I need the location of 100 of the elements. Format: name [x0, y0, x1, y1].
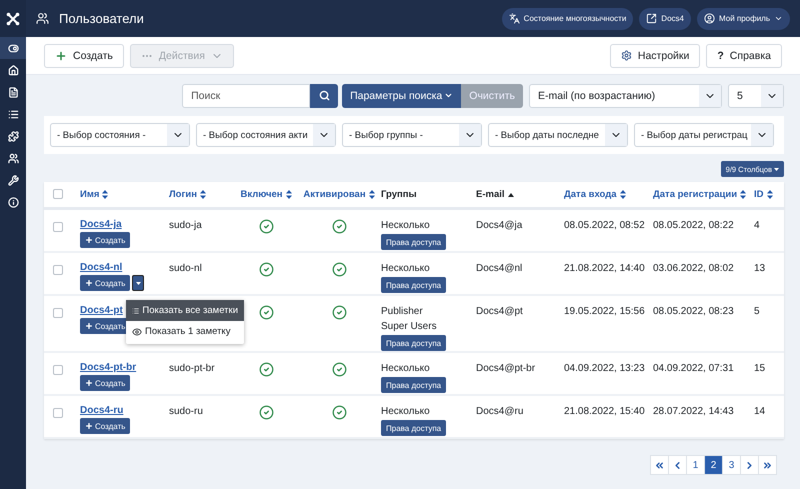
- create-note-button[interactable]: Создать: [80, 275, 130, 291]
- sidebar-item[interactable]: [0, 37, 26, 59]
- access-rights-button[interactable]: Права доступа: [381, 277, 446, 293]
- id-cell-text: 5: [754, 305, 761, 318]
- check-circle-icon[interactable]: [332, 405, 346, 420]
- page-button[interactable]: 2: [704, 455, 723, 475]
- sort-icon: [740, 190, 746, 199]
- access-rights-button[interactable]: Права доступа: [381, 234, 446, 250]
- logo-icon[interactable]: [6, 12, 20, 26]
- sort-icon: [368, 190, 375, 199]
- login-cell-text: sudo-pt-br: [169, 362, 216, 375]
- search-field[interactable]: Поиск: [182, 84, 310, 108]
- chevron-down-icon: [444, 91, 454, 100]
- user-name-link[interactable]: Docs4-ru: [80, 405, 124, 416]
- menu-item[interactable]: Показать 1 заметку: [126, 321, 244, 342]
- caret-icon: [136, 282, 141, 284]
- plus-icon: [85, 279, 93, 287]
- column-header[interactable]: Логин: [169, 189, 235, 200]
- search-button[interactable]: [310, 84, 338, 108]
- select-all-checkbox[interactable]: [53, 188, 63, 198]
- help-button[interactable]: ? Справка: [706, 44, 782, 68]
- ordering-select[interactable]: E-mail (по возрастанию): [529, 84, 722, 108]
- users-icon: [8, 152, 18, 164]
- settings-button[interactable]: Настройки: [610, 44, 700, 68]
- user-name-link[interactable]: Docs4-nl: [80, 262, 122, 273]
- first-page-button[interactable]: [650, 455, 669, 475]
- user-name-link[interactable]: Docs4-ja: [80, 219, 122, 230]
- sort-icon: [620, 190, 626, 199]
- filter-select[interactable]: - Выбор группы -: [342, 123, 482, 147]
- column-header[interactable]: Имя: [80, 189, 169, 200]
- filter-select[interactable]: - Выбор состояния -: [50, 123, 190, 147]
- create-note-button[interactable]: Создать: [80, 418, 130, 434]
- users-icon: [36, 12, 49, 25]
- create-button[interactable]: Создать: [44, 44, 124, 68]
- next-page-button[interactable]: [740, 455, 759, 475]
- double-chevron-right-icon: [762, 460, 773, 470]
- row-checkbox[interactable]: [53, 308, 63, 318]
- sort-icon: [102, 190, 108, 199]
- last-page-button[interactable]: [758, 455, 777, 475]
- column-header[interactable]: Дата регистрации: [653, 189, 754, 200]
- notes-dropdown-button[interactable]: [132, 275, 144, 291]
- email-cell-text: Docs4@ja: [476, 219, 524, 232]
- sort-icon: [200, 190, 206, 199]
- language-button[interactable]: Состояние многоязычности: [502, 8, 634, 30]
- site-button[interactable]: Docs4: [639, 8, 691, 30]
- plus-icon: [85, 379, 93, 387]
- create-note-button[interactable]: Создать: [80, 232, 130, 248]
- plus-icon: [55, 50, 67, 62]
- registration-date-cell-text: 04.09.2022, 07:31: [653, 362, 735, 375]
- list-icon: [8, 108, 18, 120]
- registration-date-cell-text: 08.05.2022, 08:23: [653, 305, 735, 318]
- login-cell-text: sudo-nl: [169, 262, 203, 275]
- login-cell-text: sudo-ja: [169, 219, 203, 232]
- filter-select[interactable]: - Выбор состояния акти: [196, 123, 336, 147]
- access-rights-button[interactable]: Права доступа: [381, 335, 446, 351]
- check-circle-icon[interactable]: [332, 305, 346, 320]
- registration-date-cell-text: 28.07.2022, 14:43: [653, 405, 735, 418]
- caret-icon: [774, 168, 779, 170]
- wrench-icon: [8, 174, 18, 186]
- access-rights-button[interactable]: Права доступа: [381, 420, 446, 436]
- check-circle-icon[interactable]: [332, 362, 346, 377]
- row-checkbox[interactable]: [53, 365, 63, 375]
- column-header[interactable]: E-mail: [476, 189, 564, 200]
- page-button[interactable]: 1: [686, 455, 705, 475]
- column-header[interactable]: ID: [754, 189, 784, 200]
- search-icon: [318, 90, 330, 101]
- create-note-button[interactable]: Создать: [80, 375, 130, 391]
- check-circle-icon[interactable]: [332, 262, 346, 277]
- prev-page-button[interactable]: [668, 455, 687, 475]
- check-circle-icon[interactable]: [258, 362, 274, 377]
- column-header[interactable]: Активирован: [297, 189, 381, 200]
- check-circle-icon[interactable]: [258, 219, 274, 234]
- column-header[interactable]: Включен: [235, 189, 297, 200]
- row-checkbox[interactable]: [53, 265, 63, 275]
- row-checkbox[interactable]: [53, 408, 63, 418]
- user-icon: [704, 13, 715, 24]
- user-name-link[interactable]: Docs4-pt: [80, 305, 123, 316]
- id-cell-text: 15: [754, 362, 766, 375]
- user-name-link[interactable]: Docs4-pt-br: [80, 362, 136, 373]
- search-options-button[interactable]: Параметры поиска: [342, 84, 462, 108]
- registration-date-cell-text: 03.06.2022, 08:02: [653, 262, 735, 275]
- page-button[interactable]: 3: [722, 455, 741, 475]
- check-circle-icon[interactable]: [258, 305, 274, 320]
- menu-item[interactable]: Показать все заметки: [126, 300, 244, 321]
- limit-select[interactable]: 5: [728, 84, 784, 108]
- profile-button[interactable]: Мой профиль: [696, 8, 790, 30]
- email-cell-text: Docs4@ru: [476, 405, 524, 418]
- check-circle-icon[interactable]: [258, 405, 274, 420]
- column-header[interactable]: Дата входа: [564, 189, 653, 200]
- home-icon: [8, 64, 18, 76]
- filter-select[interactable]: - Выбор даты последне: [488, 123, 628, 147]
- last-visit-cell-text: 08.05.2022, 08:52: [564, 219, 646, 232]
- list-icon: [132, 306, 140, 316]
- plus-icon: [85, 322, 93, 330]
- access-rights-button[interactable]: Права доступа: [381, 377, 446, 393]
- check-circle-icon[interactable]: [332, 219, 346, 234]
- check-circle-icon[interactable]: [258, 262, 274, 277]
- row-checkbox[interactable]: [53, 222, 63, 232]
- filter-select[interactable]: - Выбор даты регистрац: [634, 123, 774, 147]
- last-visit-cell-text: 04.09.2022, 13:23: [564, 362, 646, 375]
